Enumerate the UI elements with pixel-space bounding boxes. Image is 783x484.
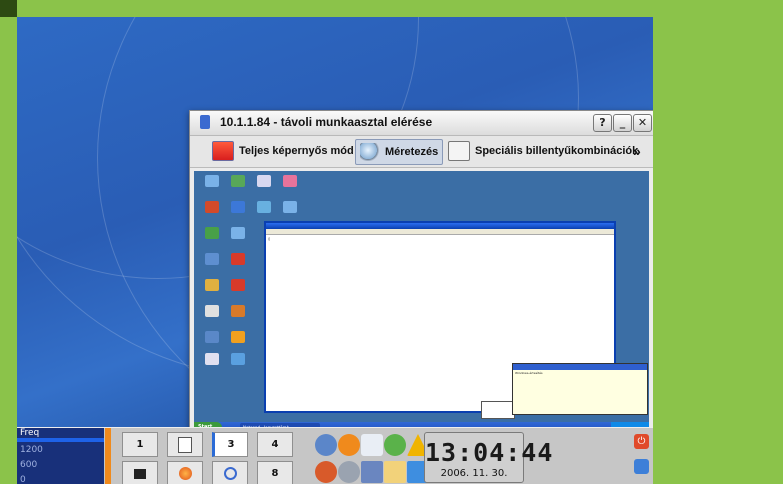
window-title: 10.1.1.84 - távoli munkaasztal elérése xyxy=(220,115,433,129)
desktop-8-button[interactable]: 8 xyxy=(257,461,293,484)
app-icon xyxy=(231,305,245,317)
more-button[interactable]: » xyxy=(633,139,641,163)
chart-icon[interactable] xyxy=(361,461,383,483)
freq-label: Freq xyxy=(20,428,40,438)
remote-desktop-icon[interactable] xyxy=(224,279,252,291)
fullscreen-label: Teljes képernyős mód xyxy=(239,145,354,157)
remote-desktop-icon[interactable] xyxy=(224,201,252,213)
app-icon xyxy=(283,201,297,213)
remote-desktop-window[interactable]: 10.1.1.84 - távoli munkaasztal elérése ?… xyxy=(189,110,653,439)
remote-desktop-icon[interactable] xyxy=(224,353,252,365)
app-icon xyxy=(231,331,245,343)
help-button[interactable]: ? xyxy=(593,114,612,132)
remote-desktop-icon[interactable] xyxy=(276,175,304,187)
remote-desktop-icon[interactable] xyxy=(224,331,252,343)
notepad-text: ▯ xyxy=(268,236,271,241)
remote-desktop-icon[interactable] xyxy=(224,253,252,265)
app-icon xyxy=(257,175,271,187)
desktop-3-button[interactable]: 3 xyxy=(212,432,248,457)
app-icon xyxy=(257,201,271,213)
app-icon xyxy=(231,353,245,365)
app-icon xyxy=(205,353,219,365)
remote-desktop-icon[interactable] xyxy=(250,201,278,213)
terminal-icon xyxy=(134,468,146,479)
toolbar: Teljes képernyős mód Méretezés Speciális… xyxy=(190,136,653,168)
app-icon xyxy=(283,175,297,187)
clock-icon xyxy=(223,467,237,480)
cpu-frequency-monitor: Freq 1200 600 0 xyxy=(17,428,104,484)
balloon-title: Windows-értesítés xyxy=(515,371,543,375)
corner-block xyxy=(0,0,17,17)
clock-date: 2006. 11. 30. xyxy=(440,468,508,479)
freq-bar xyxy=(17,438,104,442)
freq-value: 600 xyxy=(20,460,38,470)
remote-desktop-icon[interactable] xyxy=(198,353,226,365)
special-keys-button[interactable]: Speciális billentyűkombinációk xyxy=(448,139,638,163)
remote-desktop-icon[interactable] xyxy=(250,175,278,187)
logout-icon[interactable]: ⏻ xyxy=(634,434,649,449)
app-icon xyxy=(205,201,219,213)
scale-button[interactable]: Méretezés xyxy=(355,139,444,165)
remote-desktop-icon[interactable] xyxy=(224,227,252,239)
desktop-5-button[interactable] xyxy=(122,461,158,484)
app-icon xyxy=(205,227,219,239)
desktop-6-button[interactable] xyxy=(167,461,203,484)
app-icon xyxy=(205,305,219,317)
app-icon xyxy=(205,331,219,343)
notification-balloon[interactable]: Windows-értesítés xyxy=(512,363,648,415)
app-icon xyxy=(231,201,245,213)
app-icon xyxy=(231,175,245,187)
check-icon[interactable] xyxy=(384,434,406,456)
close-button[interactable]: ✕ xyxy=(633,114,652,132)
remote-desktop-icon[interactable] xyxy=(198,305,226,317)
scale-label: Méretezés xyxy=(385,146,439,158)
kmix-icon[interactable] xyxy=(338,461,360,483)
app-icon xyxy=(231,253,245,265)
fullscreen-button[interactable]: Teljes képernyős mód xyxy=(212,139,354,163)
desktop-1-button[interactable]: 1 xyxy=(122,432,158,457)
remote-desktop-icon[interactable] xyxy=(224,305,252,317)
remote-desktop-icon[interactable] xyxy=(224,175,252,187)
tooltip-popup xyxy=(481,401,515,419)
clock-time: 13:04:44 xyxy=(425,438,554,467)
lock-icon[interactable] xyxy=(634,459,649,474)
app-icon xyxy=(205,253,219,265)
document-icon xyxy=(178,436,192,453)
update-icon[interactable] xyxy=(338,434,360,456)
keyboard-icon xyxy=(448,141,470,161)
bottom-panel: Freq 1200 600 0 1 3 4 8 13:04:44 2006. 1… xyxy=(17,427,653,484)
digital-clock[interactable]: 13:04:44 2006. 11. 30. xyxy=(424,432,554,483)
remote-desktop-icon[interactable] xyxy=(198,175,226,187)
window-titlebar[interactable]: 10.1.1.84 - távoli munkaasztal elérése ?… xyxy=(190,111,653,136)
desktop-7-button[interactable] xyxy=(212,461,248,484)
magnifier-icon xyxy=(360,143,380,161)
app-icon xyxy=(231,227,245,239)
monitor-icon xyxy=(200,115,210,129)
krdc-icon[interactable] xyxy=(384,461,406,483)
special-keys-label: Speciális billentyűkombinációk xyxy=(475,145,639,157)
remote-desktop-icon[interactable] xyxy=(198,279,226,291)
app-icon xyxy=(231,279,245,291)
screen: 10.1.1.84 - távoli munkaasztal elérése ?… xyxy=(17,17,653,484)
remote-desktop-icon[interactable] xyxy=(198,227,226,239)
speaker-icon[interactable] xyxy=(315,434,337,456)
remote-desktop-icon[interactable] xyxy=(276,201,304,213)
remote-screen[interactable]: ▯ Windows-értesítés Start Notepad - Jegy… xyxy=(194,171,649,433)
konqueror-icon[interactable] xyxy=(315,461,337,483)
minimize-button[interactable]: _ xyxy=(613,114,632,132)
desktop-2-button[interactable] xyxy=(167,432,203,457)
app-icon xyxy=(205,175,219,187)
desktop-4-button[interactable]: 4 xyxy=(257,432,293,457)
clipboard-icon[interactable] xyxy=(361,434,383,456)
remote-desktop-icon[interactable] xyxy=(198,331,226,343)
fullscreen-icon xyxy=(212,141,234,161)
firefox-icon xyxy=(178,467,192,480)
freq-value: 0 xyxy=(20,475,26,484)
panel-handle[interactable] xyxy=(105,428,111,484)
freq-value: 1200 xyxy=(20,445,43,455)
app-icon xyxy=(205,279,219,291)
remote-desktop-icon[interactable] xyxy=(198,253,226,265)
remote-desktop-icon[interactable] xyxy=(198,201,226,213)
